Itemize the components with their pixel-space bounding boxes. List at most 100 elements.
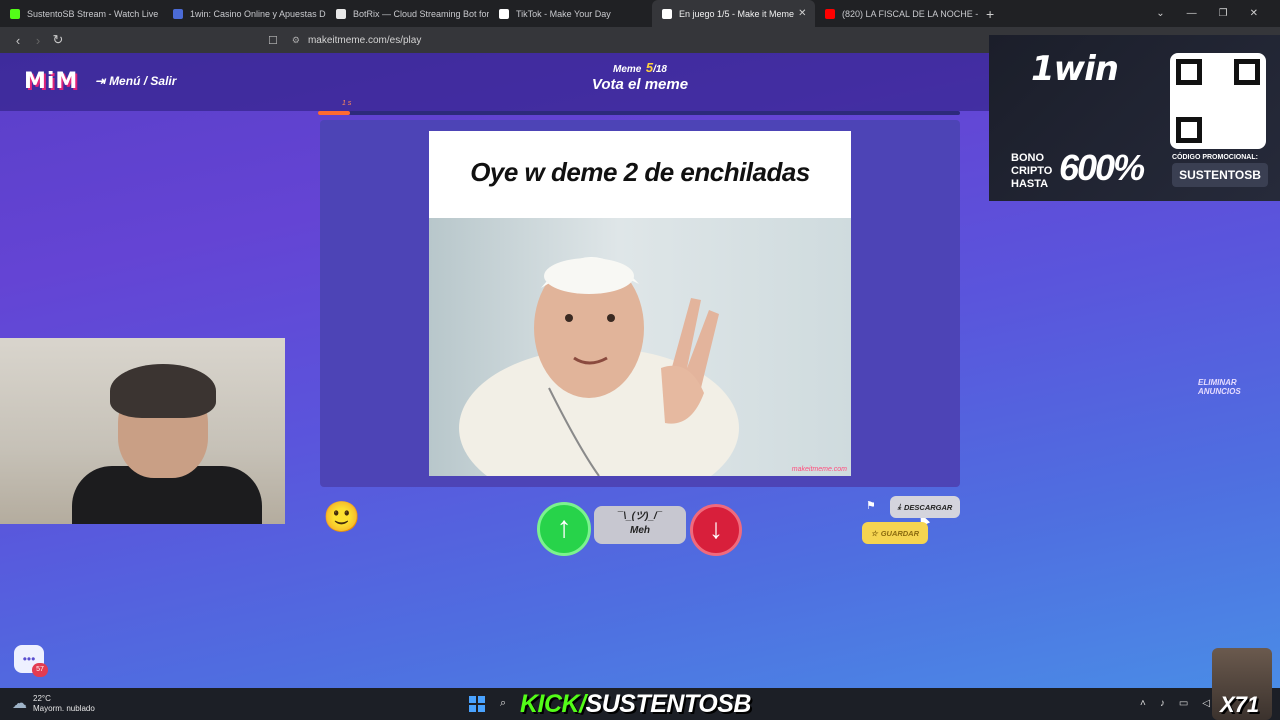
ad-bono-line3: HASTA	[1011, 178, 1049, 190]
url-text: makeitmeme.com/es/play	[307, 34, 422, 46]
meme-image: Oye w deme 2 de enchiladas makeitmeme.co…	[429, 131, 851, 476]
new-tab-button[interactable]: +	[986, 6, 994, 22]
remove-ads-link[interactable]: ELIMINAR ANUNCIOS	[1198, 378, 1280, 396]
windows-taskbar: ☁ 22°C Mayorm. nublado ⌕ KICK/SUSTENTOSB…	[0, 688, 1280, 720]
sponsor-ad: 1win BONO CRIPTO HASTA 600% CÓDIGO PROMO…	[989, 35, 1280, 201]
taskbar-search-icon[interactable]: ⌕	[500, 697, 506, 710]
ad-promo-label: CÓDIGO PROMOCIONAL:	[1172, 154, 1258, 161]
tab-title: (820) LA FISCAL DE LA NOCHE -	[842, 8, 978, 19]
tab-close-icon[interactable]: ✕	[794, 8, 806, 19]
temperature: 22°C	[33, 694, 51, 703]
qr-corner	[1234, 59, 1260, 85]
download-button[interactable]: ⤓ DESCARGAR	[890, 496, 960, 518]
tab-favicon-icon	[10, 8, 20, 19]
browser-tab[interactable]: (820) LA FISCAL DE LA NOCHE -	[815, 0, 978, 27]
network-icon[interactable]: ▭	[1179, 698, 1188, 709]
meme-caption: Oye w deme 2 de enchiladas	[470, 157, 810, 187]
tab-title: En juego 1/5 - Make it Meme	[679, 8, 795, 19]
chat-badge: 57	[32, 663, 48, 677]
tray-chevron-icon[interactable]: ˄	[1140, 698, 1146, 709]
windows-start-icon[interactable]	[469, 696, 485, 712]
weather-text: Mayorm. nublado	[33, 704, 95, 713]
tab-favicon-icon	[336, 8, 346, 19]
webcam-hair	[110, 364, 216, 418]
ad-bono-line1: BONO	[1011, 152, 1044, 164]
meme-watermark: makeitmeme.com	[791, 466, 847, 473]
ad-bono-text: BONO CRIPTO HASTA	[1011, 152, 1052, 191]
tab-favicon-icon	[499, 8, 509, 19]
kick-channel: SUSTENTOSB	[585, 690, 752, 718]
kick-channel-overlay: KICK/SUSTENTOSB	[520, 690, 751, 719]
meh-face: ¯\_(ツ)_/¯	[617, 511, 663, 522]
browser-tab[interactable]: TikTok - Make Your Day	[489, 0, 652, 27]
timer-label: 1 s	[342, 100, 352, 107]
meme-counter: Meme 5/18	[540, 59, 740, 77]
tab-title: 1win: Casino Online y Apuestas Depo	[190, 8, 326, 19]
timer-bar	[318, 111, 960, 115]
download-label: DESCARGAR	[903, 502, 953, 512]
ad-percent: 600%	[1059, 147, 1145, 188]
meme-counter-current: 5	[645, 60, 654, 75]
meh-button[interactable]: ¯\_(ツ)_/¯ Meh	[594, 506, 686, 544]
chat-button[interactable]: ••• 57	[14, 645, 48, 677]
volume-icon[interactable]: ◁	[1202, 698, 1210, 709]
ad-brand: 1win	[1031, 49, 1119, 89]
address-bar[interactable]: ☐ ⚙ makeitmeme.com/es/play	[268, 30, 968, 50]
report-flag-icon[interactable]: ⚑	[866, 499, 876, 512]
meh-label: Meh	[630, 525, 650, 536]
save-label: GUARDAR	[880, 528, 920, 538]
streamer-badge: X71	[1212, 648, 1272, 720]
streamer-badge-text: X71	[1220, 692, 1260, 717]
bookmark-icon[interactable]: ☐	[268, 34, 278, 47]
page-title: Vota el meme	[591, 76, 689, 93]
site-info-icon[interactable]: ⚙	[292, 35, 300, 46]
tab-favicon-icon	[173, 8, 183, 19]
qr-corner	[1176, 117, 1202, 143]
meme-photo	[429, 218, 851, 476]
reaction-emoji-button[interactable]: 🙂	[323, 500, 360, 536]
upvote-button[interactable]: ↑	[537, 502, 591, 556]
mim-logo[interactable]: MiM	[24, 69, 78, 94]
forward-icon[interactable]: ›	[28, 33, 48, 48]
tab-strip: SustentoSB Stream - Watch Live 1win: Casi…	[0, 0, 1280, 27]
browser-tab[interactable]: En juego 1/5 - Make it Meme ✕	[652, 0, 815, 27]
star-icon: ☆	[870, 528, 878, 538]
pope-photo-illustration	[459, 256, 739, 476]
ad-promo-code: SUSTENTOSB	[1172, 163, 1268, 187]
webcam-overlay	[0, 338, 285, 524]
exit-icon: ⇥	[95, 74, 106, 88]
cloud-icon: ☁	[12, 695, 27, 712]
back-icon[interactable]: ‹	[8, 33, 28, 48]
tab-title: BotRix — Cloud Streaming Bot for Tw	[353, 8, 489, 19]
browser-tab[interactable]: BotRix — Cloud Streaming Bot for Tw	[326, 0, 489, 27]
maximize-icon[interactable]: ❐	[1219, 8, 1228, 19]
browser-tab[interactable]: 1win: Casino Online y Apuestas Depo	[163, 0, 326, 27]
downvote-button[interactable]: ↓	[690, 504, 742, 556]
tab-favicon-icon	[825, 8, 835, 19]
arrow-up-icon: ↑	[556, 511, 572, 544]
save-button[interactable]: ☆ GUARDAR	[862, 522, 928, 544]
tab-title: SustentoSB Stream - Watch Live	[27, 8, 159, 19]
menu-exit-button[interactable]: ⇥ Menú / Salir	[95, 74, 176, 88]
tab-search-icon[interactable]: ⌄	[1156, 8, 1164, 19]
reload-icon[interactable]: ↻	[48, 32, 68, 48]
meme-counter-total: /18	[653, 64, 667, 75]
qr-code-icon	[1170, 53, 1266, 149]
menu-exit-label: Menú / Salir	[109, 74, 177, 88]
tab-favicon-icon	[662, 8, 672, 19]
timer-bar-fill	[318, 111, 351, 115]
weather-widget[interactable]: ☁ 22°C Mayorm. nublado	[12, 694, 95, 714]
download-icon: ⤓	[897, 502, 901, 511]
kick-prefix: KICK/	[520, 690, 586, 718]
ad-bono-line2: CRIPTO	[1011, 165, 1053, 177]
qr-corner	[1176, 59, 1202, 85]
meme-counter-prefix: Meme	[613, 64, 642, 75]
window-controls: ⌄ — ❐ ✕	[1156, 8, 1280, 19]
microphone-icon[interactable]: ♪	[1160, 698, 1165, 709]
browser-tab[interactable]: SustentoSB Stream - Watch Live	[0, 0, 163, 27]
system-tray: ˄ ♪ ▭ ◁	[1140, 698, 1210, 709]
arrow-down-icon: ↓	[709, 513, 723, 544]
close-window-icon[interactable]: ✕	[1250, 8, 1258, 19]
minimize-icon[interactable]: —	[1187, 8, 1197, 19]
tab-title: TikTok - Make Your Day	[516, 8, 611, 19]
